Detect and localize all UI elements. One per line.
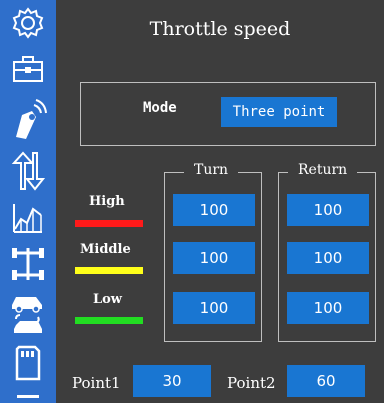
sidebar-item-toolbox[interactable] (0, 46, 56, 92)
high-color-swatch (75, 220, 143, 227)
car-swap-icon (8, 291, 48, 337)
sidebar-item-settings[interactable] (0, 0, 56, 46)
page-title: Throttle speed (149, 18, 291, 40)
return-high-value[interactable]: 100 (287, 194, 369, 226)
turn-middle-value[interactable]: 100 (173, 242, 255, 274)
sidebar-item-curve[interactable] (0, 196, 56, 240)
mode-select-button[interactable]: Three point (221, 97, 337, 127)
transmitter-icon (8, 97, 48, 141)
throttle-arrows-icon (10, 151, 46, 191)
sd-card-icon (13, 345, 43, 381)
sidebar-item-transmitter[interactable] (0, 92, 56, 146)
sidebar-item-throttle[interactable] (0, 146, 56, 196)
middle-color-swatch (75, 267, 143, 274)
sidebar-item-sd-card[interactable] (0, 340, 56, 386)
point2-value[interactable]: 60 (287, 365, 365, 397)
mode-label: Mode (143, 100, 177, 116)
sidebar (0, 0, 56, 403)
point2-label: Point2 (227, 374, 276, 392)
turn-high-value[interactable]: 100 (173, 194, 255, 226)
point1-label: Point1 (72, 374, 121, 392)
curve-chart-icon (11, 201, 45, 235)
mode-box: Mode Three point (80, 82, 376, 146)
more-icon (13, 386, 43, 403)
turn-low-value[interactable]: 100 (173, 292, 255, 324)
row-label-middle: Middle (80, 242, 131, 257)
return-middle-value[interactable]: 100 (287, 242, 369, 274)
turn-column-header: Turn (184, 162, 239, 182)
return-low-value[interactable]: 100 (287, 292, 369, 324)
sidebar-item-more[interactable] (0, 386, 56, 403)
main-panel: Throttle speed Mode Three point Turn Ret… (56, 0, 384, 403)
row-label-low: Low (93, 292, 123, 307)
point1-value[interactable]: 30 (133, 365, 211, 397)
toolbox-icon (11, 54, 45, 84)
row-label-high: High (89, 194, 125, 209)
sidebar-item-car-swap[interactable] (0, 288, 56, 340)
return-column-header: Return (288, 162, 358, 182)
low-color-swatch (75, 317, 143, 324)
sidebar-item-chassis[interactable] (0, 240, 56, 288)
gear-icon (11, 6, 45, 40)
chassis-icon (10, 244, 46, 284)
